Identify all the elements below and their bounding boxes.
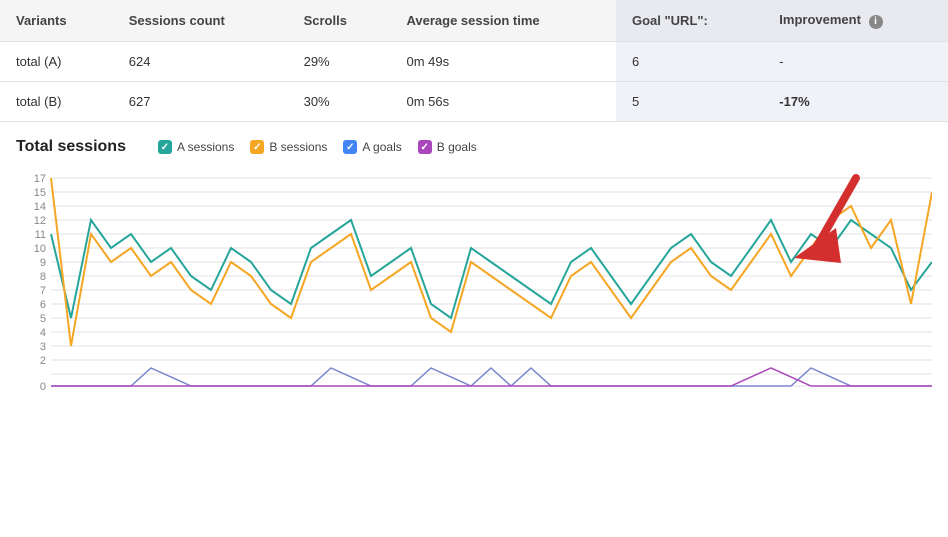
cell-variant-a: total (A)	[0, 42, 113, 82]
svg-text:4: 4	[40, 327, 46, 339]
svg-text:9: 9	[40, 257, 46, 269]
legend-check-a-sessions: ✓	[158, 140, 172, 154]
legend-check-a-goals: ✓	[343, 140, 357, 154]
chart-section: Total sessions ✓ A sessions ✓ B sessions…	[0, 122, 948, 459]
improvement-info-icon[interactable]: i	[869, 15, 883, 29]
svg-text:14: 14	[34, 201, 46, 213]
chart-container: 17 15 14 12 11 10 9 8 7 6 5	[16, 168, 932, 451]
legend-label-b-sessions: B sessions	[269, 140, 327, 154]
cell-avg-time-b: 0m 56s	[390, 82, 616, 122]
ab-test-table: Variants Sessions count Scrolls Average …	[0, 0, 948, 122]
legend-label-b-goals: B goals	[437, 140, 477, 154]
chart-legend: ✓ A sessions ✓ B sessions ✓ A goals ✓ B …	[158, 140, 477, 154]
svg-text:17: 17	[34, 173, 46, 185]
table-row: total (B) 627 30% 0m 56s 5 -17%	[0, 82, 948, 122]
cell-scrolls-a: 29%	[288, 42, 391, 82]
b-goals-line	[51, 368, 932, 386]
svg-text:0: 0	[40, 381, 46, 393]
cell-variant-b: total (B)	[0, 82, 113, 122]
legend-a-goals[interactable]: ✓ A goals	[343, 140, 401, 154]
svg-text:11: 11	[35, 229, 46, 241]
col-improvement: Improvement i	[763, 0, 948, 42]
a-sessions-line	[51, 220, 932, 318]
legend-check-b-sessions: ✓	[250, 140, 264, 154]
cell-improvement-a: -	[763, 42, 948, 82]
table-row: total (A) 624 29% 0m 49s 6 -	[0, 42, 948, 82]
cell-sessions-a: 624	[113, 42, 288, 82]
col-scrolls: Scrolls	[288, 0, 391, 42]
cell-goal-a: 6	[616, 42, 763, 82]
svg-text:7: 7	[40, 285, 46, 297]
svg-text:15: 15	[34, 187, 46, 199]
a-goals-line	[51, 368, 932, 386]
cell-goal-b: 5	[616, 82, 763, 122]
line-chart: 17 15 14 12 11 10 9 8 7 6 5	[16, 168, 932, 448]
col-avg-session-time: Average session time	[390, 0, 616, 42]
cell-avg-time-a: 0m 49s	[390, 42, 616, 82]
legend-label-a-goals: A goals	[362, 140, 401, 154]
chart-title: Total sessions	[16, 138, 126, 156]
cell-scrolls-b: 30%	[288, 82, 391, 122]
legend-check-b-goals: ✓	[418, 140, 432, 154]
svg-text:3: 3	[40, 341, 46, 353]
svg-text:12: 12	[34, 215, 46, 227]
legend-label-a-sessions: A sessions	[177, 140, 234, 154]
legend-a-sessions[interactable]: ✓ A sessions	[158, 140, 234, 154]
svg-text:8: 8	[40, 271, 46, 283]
legend-b-sessions[interactable]: ✓ B sessions	[250, 140, 327, 154]
legend-b-goals[interactable]: ✓ B goals	[418, 140, 477, 154]
col-goal-url: Goal "URL":	[616, 0, 763, 42]
col-sessions-count: Sessions count	[113, 0, 288, 42]
col-variants: Variants	[0, 0, 113, 42]
cell-improvement-b: -17%	[763, 82, 948, 122]
chart-header: Total sessions ✓ A sessions ✓ B sessions…	[16, 138, 932, 156]
svg-text:6: 6	[40, 299, 46, 311]
svg-text:10: 10	[34, 243, 46, 255]
cell-sessions-b: 627	[113, 82, 288, 122]
y-axis-group: 17 15 14 12 11 10 9 8 7 6 5	[34, 173, 932, 393]
svg-text:2: 2	[40, 355, 46, 367]
svg-text:5: 5	[40, 313, 46, 325]
